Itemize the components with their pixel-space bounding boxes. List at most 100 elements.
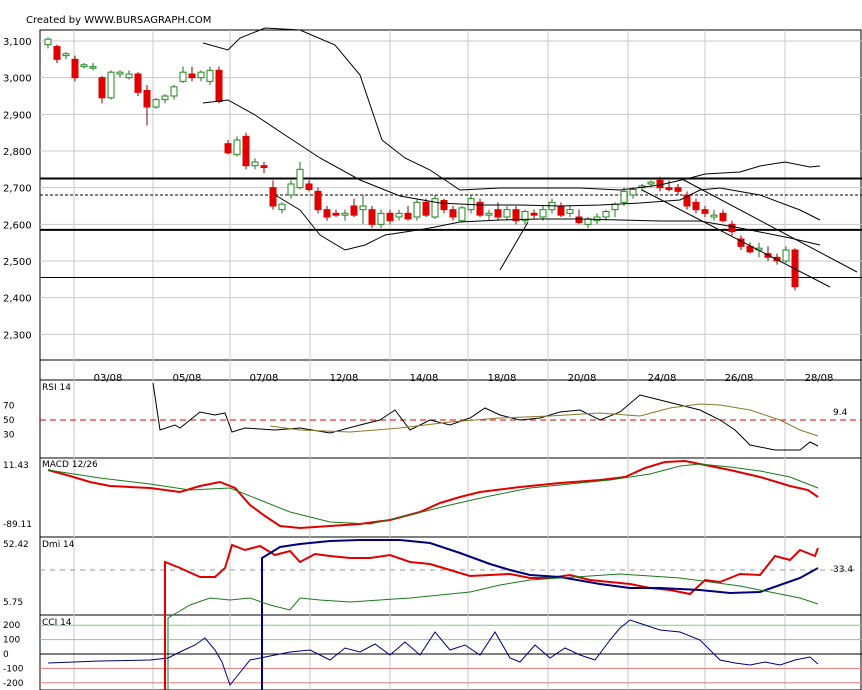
candle-body [242,135,250,167]
candle-body [386,212,394,222]
y-tick-label: 3,000 [3,74,32,85]
candle-body [458,207,466,222]
channel-lower [641,189,831,288]
candle-body [530,212,538,216]
macd-signal [47,463,819,525]
candle-body [251,161,259,167]
candle-body [80,64,88,68]
panel-frame [39,379,862,459]
candle-body [179,71,187,82]
rsi-tick: 50 [3,416,15,426]
candle-body [224,143,232,154]
candle-body [161,95,169,101]
y-tick-label: 3,100 [3,37,32,48]
candle-body [449,209,457,218]
upper-band [202,27,821,191]
cci-tick: 200 [3,621,20,631]
candle-body [152,99,160,108]
cci-tick: 100 [3,636,20,646]
y-tick-label: 2,900 [3,110,32,121]
candle-body [710,214,718,218]
candle-body [665,187,673,191]
candle-body [494,209,502,218]
candle-body [170,86,178,97]
y-tick-label: 2,400 [3,294,32,305]
macd-tick: 11.43 [3,461,29,471]
x-tick-label: 20/08 [568,373,597,384]
candle-body [575,216,583,223]
middle-band [202,99,821,221]
x-tick-label: 24/08 [648,373,677,384]
cci-tick: -100 [3,664,24,674]
chart-canvas: Created by WWW.BURSAGRAPH.COM 03/08 05/08… [3,15,862,690]
candle-body [62,53,70,57]
candle-body [377,212,385,225]
candle-body [143,90,151,108]
candle-body [512,209,520,222]
x-tick-label: 18/08 [488,373,517,384]
candle-body [107,71,115,99]
candle-body [332,212,340,216]
y-tick-label: 2,700 [3,184,32,195]
candle-body [503,209,511,218]
credit-text: Created by WWW.BURSAGRAPH.COM [26,15,211,26]
candle-body [134,73,142,93]
candle-body [701,209,709,214]
candle-body [323,209,331,218]
panel-frame [39,29,862,381]
candle-body [197,71,205,79]
x-tick-label: 14/08 [410,373,439,384]
candle-body [395,212,403,218]
y-tick-label: 2,600 [3,220,32,231]
rsi-tick: 70 [3,402,15,412]
candle-body [359,205,367,211]
rsi-line [152,382,819,451]
candle-body [692,201,700,211]
dmi-title: Dmi 14 [42,540,75,550]
candle-body [440,200,448,211]
candle-body [539,209,547,218]
candle-body [314,190,322,211]
panel-frame [39,536,862,616]
x-tick-label: 28/08 [805,373,834,384]
panel-frames [39,29,862,690]
candle-body [404,212,412,220]
candle-body [71,58,79,79]
candle-body [422,201,430,216]
macd-title: MACD 12/26 [42,460,98,470]
y-tick-label: 2,800 [3,147,32,158]
candle-body [350,205,358,216]
candle-body [269,187,277,207]
candle-body [215,69,223,103]
dmi-tick: 5.75 [3,598,23,608]
candle-body [188,73,196,79]
x-tick-label: 03/08 [94,373,123,384]
chart-window: Created by WWW.BURSAGRAPH.COM 03/08 05/08… [0,0,862,690]
candle-body [341,212,349,216]
candle-body [368,209,376,225]
candle-body [647,181,655,185]
x-tick-label: 26/08 [725,373,754,384]
candle-body [278,203,286,211]
candle-body [719,212,727,222]
price-panel [40,27,862,291]
y-tick-label: 2,300 [3,330,32,341]
candle-body [485,212,493,216]
x-tick-label: 07/08 [250,373,279,384]
x-tick-label: 05/08 [173,373,202,384]
candle-body [287,183,295,196]
candle-body [629,189,637,196]
candle-body [125,73,133,79]
candle-body [116,71,124,75]
candle-body [620,190,628,203]
candle-body [557,205,565,216]
panel-frame [39,457,862,538]
cci-title: CCI 14 [42,618,72,628]
dmi-last-value: 33.4 [833,565,853,575]
rsi-title: RSI 14 [42,383,71,393]
candle-body [53,46,61,60]
x-tick-label: 12/08 [330,373,359,384]
cci-tick: 0 [3,650,9,660]
panel-frame [39,614,862,690]
candle-body [611,203,619,211]
